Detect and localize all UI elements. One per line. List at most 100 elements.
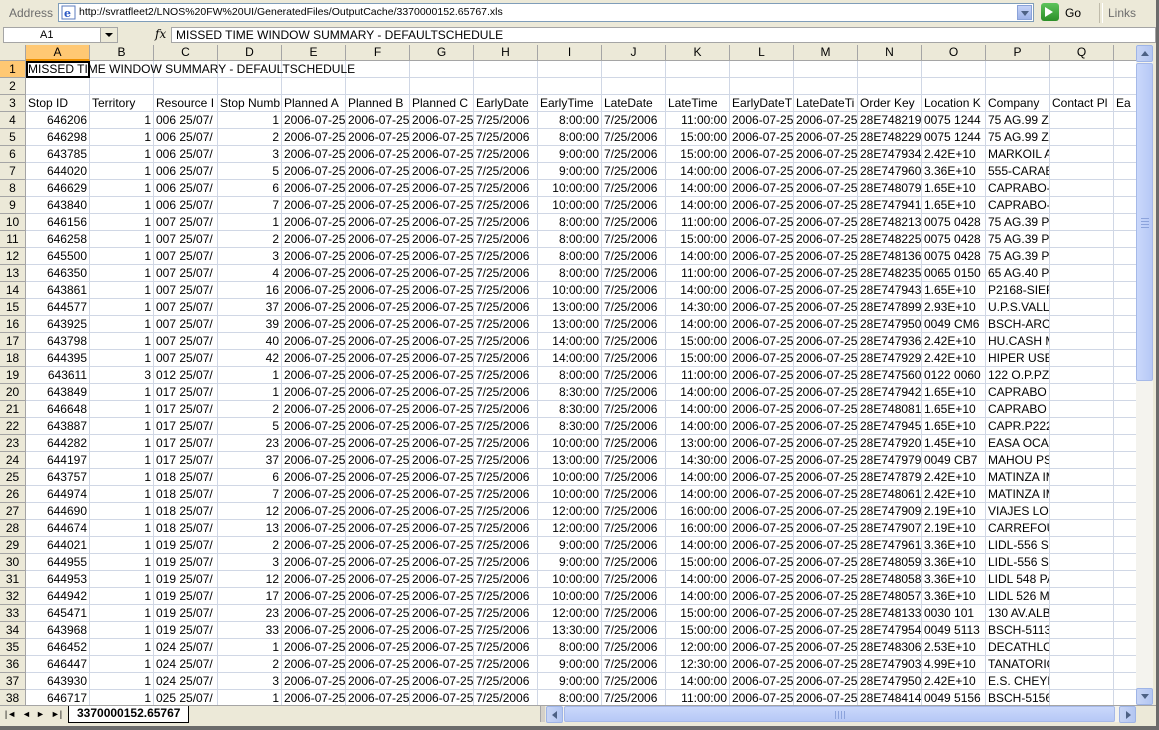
data-cell[interactable]: 2006-07-25	[346, 112, 410, 129]
data-cell[interactable]: 13:00:00	[538, 316, 602, 333]
data-cell[interactable]: 007 25/07/	[154, 316, 218, 333]
links-button[interactable]: Links	[1108, 6, 1136, 20]
data-cell[interactable]: 15:00:00	[666, 350, 730, 367]
header-cell[interactable]: EarlyTime	[538, 95, 602, 112]
data-cell[interactable]	[1050, 282, 1114, 299]
data-cell[interactable]: 2006-07-25	[794, 248, 858, 265]
empty-cell[interactable]	[1114, 452, 1136, 469]
data-cell[interactable]: 7/25/2006	[602, 214, 666, 231]
data-cell[interactable]: 7/25/2006	[602, 469, 666, 486]
row-header[interactable]: 33	[0, 605, 26, 622]
header-cell[interactable]: Planned C	[410, 95, 474, 112]
data-cell[interactable]: 2006-07-25	[346, 401, 410, 418]
data-cell[interactable]: 2006-07-25	[346, 316, 410, 333]
empty-cell[interactable]	[538, 78, 602, 95]
data-cell[interactable]: 1	[218, 384, 282, 401]
prev-sheet-icon[interactable]: ◄	[20, 708, 33, 720]
data-cell[interactable]: 2006-07-25	[282, 146, 346, 163]
data-cell[interactable]: 643861	[26, 282, 90, 299]
row-header[interactable]: 17	[0, 333, 26, 350]
data-cell[interactable]	[1050, 605, 1114, 622]
data-cell[interactable]: 2006-07-25	[410, 180, 474, 197]
data-cell[interactable]: 28E748235	[858, 265, 922, 282]
data-cell[interactable]: 025 25/07/	[154, 690, 218, 705]
data-cell[interactable]: 1	[90, 265, 154, 282]
data-cell[interactable]: 2006-07-25	[410, 690, 474, 705]
data-cell[interactable]	[1050, 333, 1114, 350]
data-cell[interactable]: P2168-SIERRA VIEJA	[986, 282, 1050, 299]
empty-cell[interactable]	[1114, 571, 1136, 588]
data-cell[interactable]: 9:00:00	[538, 146, 602, 163]
data-cell[interactable]: 3	[218, 146, 282, 163]
data-cell[interactable]: 2006-07-25	[282, 656, 346, 673]
header-cell[interactable]: Company	[986, 95, 1050, 112]
data-cell[interactable]: 28E747954	[858, 622, 922, 639]
empty-cell[interactable]	[1114, 197, 1136, 214]
data-cell[interactable]: 1	[90, 180, 154, 197]
data-cell[interactable]: 2006-07-25	[794, 231, 858, 248]
data-cell[interactable]: 28E748229	[858, 129, 922, 146]
data-cell[interactable]: 2006-07-25	[282, 316, 346, 333]
data-cell[interactable]: 2006-07-25	[282, 605, 346, 622]
data-cell[interactable]: 2.42E+10	[922, 469, 986, 486]
data-cell[interactable]: 28E748213	[858, 214, 922, 231]
data-cell[interactable]: 7/25/2006	[602, 503, 666, 520]
data-cell[interactable]: 65 AG.40 PS DELICI	[986, 265, 1050, 282]
data-cell[interactable]: 15:00:00	[666, 622, 730, 639]
row-header[interactable]: 12	[0, 248, 26, 265]
data-cell[interactable]: 28E747979	[858, 452, 922, 469]
data-cell[interactable]: 2006-07-25	[730, 554, 794, 571]
data-cell[interactable]: 1	[90, 690, 154, 705]
data-cell[interactable]: 2006-07-25	[346, 265, 410, 282]
data-cell[interactable]: 7/25/2006	[602, 299, 666, 316]
data-cell[interactable]: 644974	[26, 486, 90, 503]
data-cell[interactable]: 2006-07-25	[794, 146, 858, 163]
header-cell[interactable]: Resource I	[154, 95, 218, 112]
data-cell[interactable]: 7/25/2006	[474, 316, 538, 333]
data-cell[interactable]: LIDL-556 SIERRA TO	[986, 537, 1050, 554]
data-cell[interactable]	[1050, 129, 1114, 146]
empty-cell[interactable]	[730, 61, 794, 78]
data-cell[interactable]: 1	[90, 248, 154, 265]
data-cell[interactable]: 646717	[26, 690, 90, 705]
empty-cell[interactable]	[666, 78, 730, 95]
data-cell[interactable]: 017 25/07/	[154, 435, 218, 452]
data-cell[interactable]: 8:00:00	[538, 690, 602, 705]
data-cell[interactable]: 11:00:00	[666, 367, 730, 384]
data-cell[interactable]: 007 25/07/	[154, 350, 218, 367]
data-cell[interactable]: 7/25/2006	[602, 367, 666, 384]
empty-cell[interactable]	[1114, 180, 1136, 197]
data-cell[interactable]: 017 25/07/	[154, 384, 218, 401]
data-cell[interactable]: 42	[218, 350, 282, 367]
data-cell[interactable]: 644577	[26, 299, 90, 316]
address-dropdown-icon[interactable]	[1017, 5, 1032, 20]
data-cell[interactable]: 645500	[26, 248, 90, 265]
data-cell[interactable]: 643925	[26, 316, 90, 333]
data-cell[interactable]: 2006-07-25	[730, 163, 794, 180]
data-cell[interactable]: 2006-07-25	[282, 282, 346, 299]
data-cell[interactable]: 7/25/2006	[602, 231, 666, 248]
empty-cell[interactable]	[474, 78, 538, 95]
empty-cell[interactable]	[602, 61, 666, 78]
data-cell[interactable]: 13:30:00	[538, 622, 602, 639]
column-header-P[interactable]: P	[986, 45, 1050, 61]
data-cell[interactable]: 2006-07-25	[730, 197, 794, 214]
data-cell[interactable]: 024 25/07/	[154, 673, 218, 690]
data-cell[interactable]: 2006-07-25	[282, 554, 346, 571]
empty-cell[interactable]	[538, 61, 602, 78]
data-cell[interactable]: 7/25/2006	[474, 146, 538, 163]
data-cell[interactable]: 7/25/2006	[602, 333, 666, 350]
empty-cell[interactable]	[1114, 248, 1136, 265]
row-header[interactable]: 18	[0, 350, 26, 367]
data-cell[interactable]: 2006-07-25	[730, 435, 794, 452]
data-cell[interactable]: 28E747950	[858, 316, 922, 333]
data-cell[interactable]: 2006-07-25	[410, 384, 474, 401]
data-cell[interactable]: 646156	[26, 214, 90, 231]
data-cell[interactable]: 7/25/2006	[474, 520, 538, 537]
column-header-I[interactable]: I	[538, 45, 602, 61]
data-cell[interactable]: 28E748225	[858, 231, 922, 248]
data-cell[interactable]: 646350	[26, 265, 90, 282]
data-cell[interactable]: 28E748061	[858, 486, 922, 503]
data-cell[interactable]: MATINZA IMAGEN	[986, 469, 1050, 486]
data-cell[interactable]: 1	[218, 367, 282, 384]
